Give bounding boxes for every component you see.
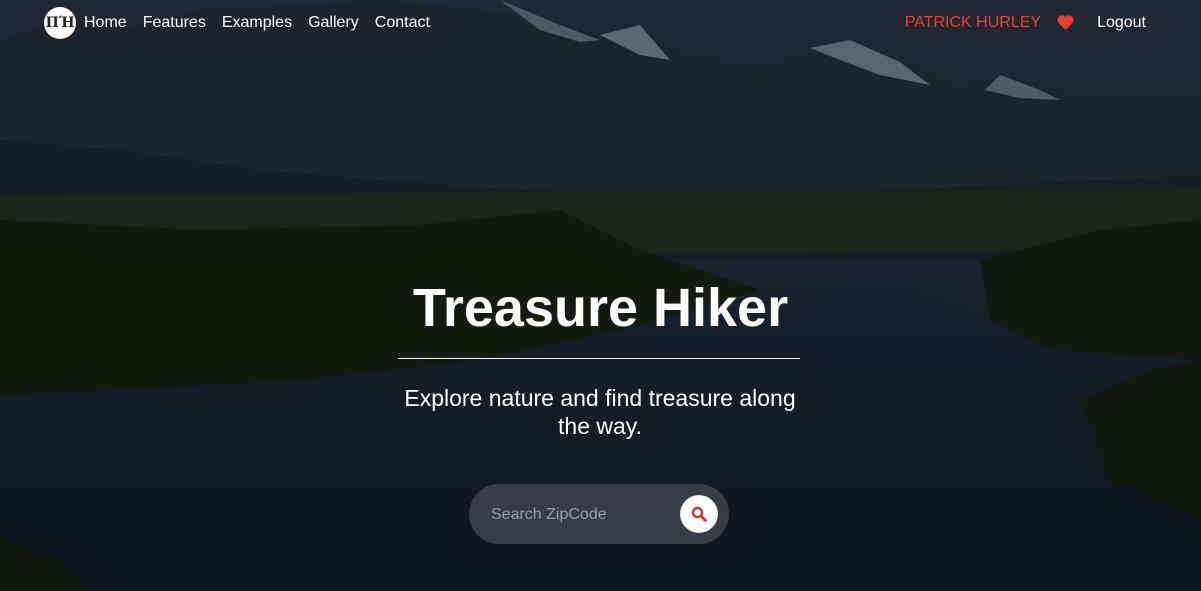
page-title: Treasure Hiker [412, 278, 789, 338]
th-logo-icon[interactable]: ΠΉ [44, 7, 76, 39]
hero-section: ΠΉ Home Features Examples Gallery Contac… [0, 0, 1201, 591]
heart-icon[interactable] [1057, 15, 1074, 30]
hero-subtitle: Explore nature and find treasure along t… [404, 385, 796, 439]
top-navbar: ΠΉ Home Features Examples Gallery Contac… [0, 0, 1201, 46]
nav-link-examples[interactable]: Examples [222, 12, 292, 33]
nav-link-contact[interactable]: Contact [375, 12, 430, 33]
zipcode-search-input[interactable] [489, 502, 673, 528]
user-name-link[interactable]: PATRICK HURLEY [905, 12, 1041, 33]
title-divider [398, 358, 800, 359]
zipcode-search-box [469, 484, 729, 544]
nav-link-features[interactable]: Features [143, 12, 206, 33]
logout-link[interactable]: Logout [1097, 12, 1146, 33]
nav-link-home[interactable]: Home [84, 12, 127, 33]
search-button[interactable] [680, 495, 718, 533]
nav-links: Home Features Examples Gallery Contact [84, 12, 446, 33]
search-icon [691, 506, 707, 522]
nav-link-gallery[interactable]: Gallery [308, 12, 359, 33]
nav-user-area: PATRICK HURLEY Logout [905, 12, 1146, 33]
